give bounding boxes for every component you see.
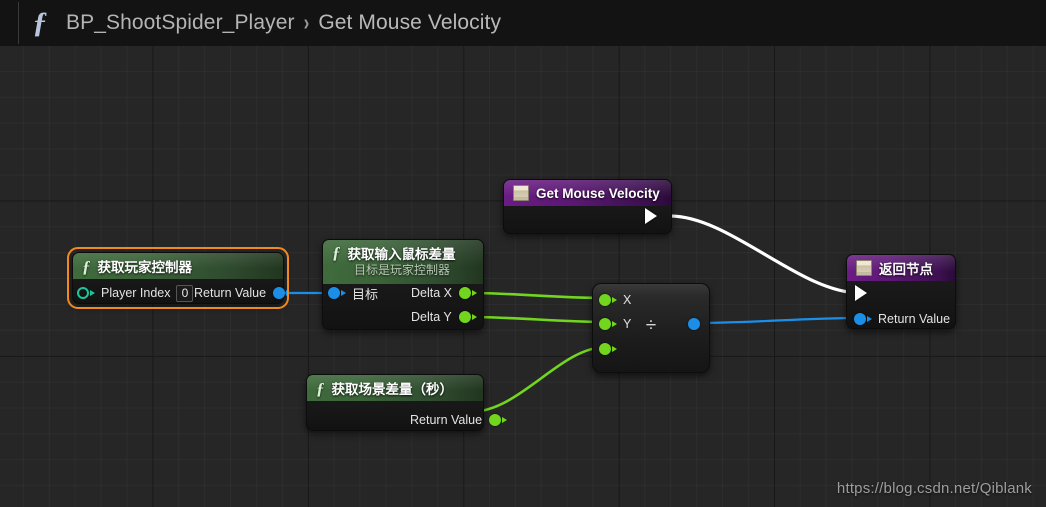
- pin-arrow-icon: [471, 314, 477, 320]
- output-pin-result[interactable]: [688, 315, 700, 333]
- node-divide[interactable]: ÷ X Y: [592, 283, 710, 373]
- node-return-icon: [856, 260, 872, 276]
- pin-label: 目标: [352, 286, 379, 302]
- pin-int-icon: [77, 287, 89, 299]
- exec-pin-icon: [645, 208, 657, 224]
- pin-label: Return Value: [878, 312, 951, 326]
- pin-float-icon: [489, 414, 502, 426]
- node-return[interactable]: 返回节点 Return Value: [846, 254, 956, 329]
- pin-float-icon: [458, 311, 471, 323]
- function-icon: ƒ: [316, 378, 325, 398]
- node-title: 获取玩家控制器: [97, 260, 193, 275]
- input-pin-return-value[interactable]: Return Value: [854, 310, 950, 328]
- pin-label: Delta Y: [411, 310, 452, 324]
- pin-arrow-icon: [90, 290, 95, 296]
- output-pin-return-value[interactable]: Return Value: [410, 411, 508, 429]
- pin-arrow-icon: [341, 290, 346, 296]
- blueprint-graph-canvas[interactable]: Get Mouse Velocity ƒ 获取玩家控制器 Player Inde…: [0, 46, 1046, 507]
- output-pin-delta-x[interactable]: Delta X: [411, 284, 477, 302]
- node-header: ƒ 获取输入鼠标差量 目标是玩家控制器: [323, 240, 483, 284]
- exec-pin-icon: [855, 285, 867, 301]
- pin-label: Y: [623, 317, 632, 331]
- node-body: Get Mouse Velocity: [503, 179, 672, 234]
- node-header: ƒ 获取玩家控制器: [73, 253, 283, 279]
- titlebar-divider: [18, 2, 19, 44]
- pin-object-icon: [328, 287, 340, 299]
- output-pin-return-value[interactable]: Return Value: [194, 284, 292, 302]
- wire-exec-mousevelocity-to-return: [668, 214, 862, 295]
- node-header: 返回节点: [847, 255, 955, 281]
- node-title: 获取输入鼠标差量: [347, 247, 456, 262]
- pin-label: Return Value: [194, 286, 267, 300]
- node-title: Get Mouse Velocity: [536, 185, 660, 201]
- pin-float-icon: [599, 343, 611, 355]
- node-get-mouse-velocity[interactable]: Get Mouse Velocity: [503, 179, 672, 234]
- input-pin-target[interactable]: 目标: [328, 284, 378, 302]
- node-entry-icon: [513, 185, 529, 201]
- wire-float-deltay-to-divide-y: [468, 315, 608, 324]
- node-get-input-mouse-delta[interactable]: ƒ 获取输入鼠标差量 目标是玩家控制器 目标 Delta X Delta Y: [322, 239, 484, 330]
- output-pin-delta-y[interactable]: Delta Y: [411, 308, 477, 326]
- input-pin-extra[interactable]: [599, 340, 623, 358]
- node-get-player-controller[interactable]: ƒ 获取玩家控制器 Player Index 0 Return Value: [67, 247, 292, 309]
- pin-arrow-icon: [867, 316, 872, 322]
- pin-arrow-icon: [612, 297, 617, 303]
- exec-output-pin[interactable]: [645, 208, 657, 224]
- pin-object-icon: [854, 313, 866, 325]
- pin-float-icon: [599, 318, 611, 330]
- wire-float-deltax-to-divide-x: [468, 291, 608, 300]
- input-pin-player-index[interactable]: Player Index 0: [77, 284, 194, 302]
- function-script-icon: ƒ: [32, 6, 48, 39]
- pin-float-icon: [599, 294, 611, 306]
- pin-arrow-icon: [472, 290, 477, 296]
- input-pin-x[interactable]: X: [599, 291, 631, 309]
- player-index-input[interactable]: 0: [176, 284, 194, 302]
- exec-input-pin[interactable]: [855, 285, 867, 301]
- function-icon: ƒ: [82, 256, 91, 276]
- breadcrumb-item-blueprint[interactable]: BP_ShootSpider_Player: [66, 11, 295, 35]
- pin-label: Return Value: [410, 413, 483, 427]
- pin-label: Delta X: [411, 286, 452, 300]
- pin-arrow-icon: [612, 346, 617, 352]
- pin-arrow-icon: [502, 417, 508, 423]
- breadcrumb-item-function[interactable]: Get Mouse Velocity: [318, 11, 501, 35]
- pin-label: Player Index: [101, 286, 171, 300]
- blueprint-editor-window: ƒ BP_ShootSpider_Player › Get Mouse Velo…: [0, 0, 1046, 507]
- wire-float-deltaseconds-to-divide-extra: [468, 345, 608, 414]
- pin-label: X: [623, 293, 632, 307]
- input-pin-y[interactable]: Y: [599, 315, 631, 333]
- node-get-world-delta-seconds[interactable]: ƒ 获取场景差量（秒） Return Value: [306, 374, 508, 431]
- pin-output-icon: [688, 318, 700, 330]
- pin-arrow-icon: [612, 321, 617, 327]
- pin-object-icon: [273, 287, 286, 299]
- node-title: 返回节点: [879, 262, 933, 277]
- pin-float-icon: [459, 287, 471, 299]
- chevron-right-icon: ›: [303, 9, 310, 36]
- node-subtitle: 目标是玩家控制器: [354, 263, 451, 277]
- watermark-text: https://blog.csdn.net/Qiblank: [836, 480, 1032, 497]
- breadcrumb-titlebar: ƒ BP_ShootSpider_Player › Get Mouse Velo…: [0, 0, 1046, 46]
- node-title: 获取场景差量（秒）: [331, 382, 454, 397]
- pin-arrow-icon: [286, 290, 292, 296]
- node-header: Get Mouse Velocity: [504, 180, 671, 206]
- node-header: ƒ 获取场景差量（秒）: [307, 375, 483, 401]
- wire-divide-to-returnvalue: [694, 316, 862, 325]
- function-icon: ƒ: [332, 243, 341, 262]
- breadcrumb: BP_ShootSpider_Player › Get Mouse Veloci…: [66, 7, 501, 39]
